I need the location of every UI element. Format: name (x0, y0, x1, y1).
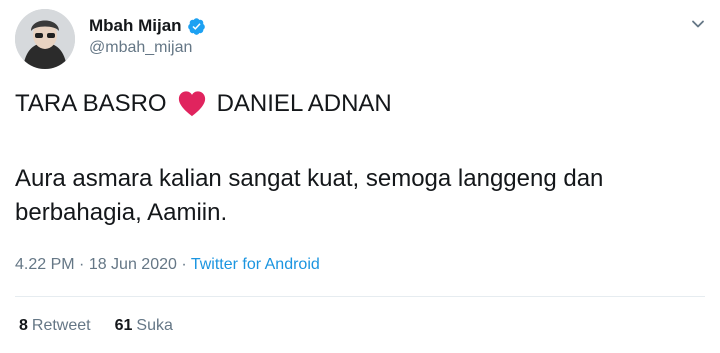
tweet-time[interactable]: 4.22 PM (15, 256, 75, 273)
tweet-text-line-1: TARA BASRO DANIEL ADNAN (15, 88, 392, 120)
meta-separator: · (176, 256, 191, 273)
avatar-image (15, 9, 75, 69)
user-handle[interactable]: @mbah_mijan (89, 39, 206, 57)
retweets-count: 8 (19, 317, 28, 334)
tweet-text-right: DANIEL ADNAN (216, 90, 392, 117)
tweet-stats: 8 Retweet 61 Suka (19, 317, 173, 335)
tweet-text-line-3: berbahagia, Aamiin. (15, 199, 228, 226)
tweet-text-left: TARA BASRO (15, 90, 167, 117)
red-heart-emoji-icon (178, 91, 205, 117)
tweet-text-line-2: Aura asmara kalian sangat kuat, semoga l… (15, 165, 604, 192)
likes-count: 61 (114, 317, 133, 334)
tweet-date[interactable]: 18 Jun 2020 (89, 256, 177, 273)
likes-label: Suka (136, 317, 173, 334)
retweets-stat[interactable]: 8 Retweet (19, 317, 91, 335)
avatar[interactable] (15, 9, 75, 69)
tweet-meta: 4.22 PM · 18 Jun 2020 · Twitter for Andr… (15, 256, 320, 274)
chevron-down-icon[interactable] (690, 16, 706, 32)
verified-badge-icon (187, 17, 205, 35)
retweets-label: Retweet (31, 317, 91, 334)
divider (15, 296, 705, 297)
name-row: Mbah Mijan (89, 15, 206, 37)
likes-stat[interactable]: 61 Suka (115, 317, 173, 335)
tweet-source-link[interactable]: Twitter for Android (191, 256, 320, 273)
user-info: Mbah Mijan @mbah_mijan (89, 15, 206, 57)
meta-separator: · (74, 256, 89, 273)
display-name[interactable]: Mbah Mijan (89, 16, 182, 36)
tweet-card: Mbah Mijan @mbah_mijan TARA BASRO DANIEL… (0, 0, 720, 353)
